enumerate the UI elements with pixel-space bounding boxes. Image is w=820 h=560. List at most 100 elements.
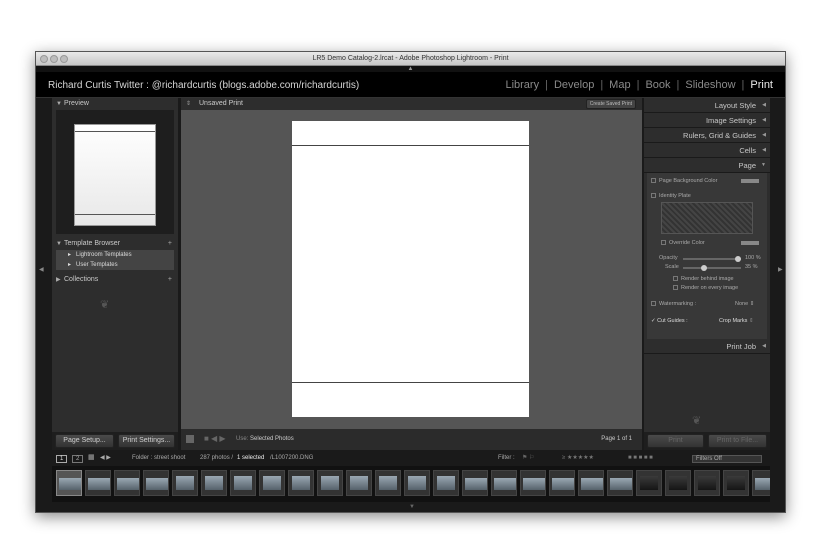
render-every-row[interactable]: Render on every image (673, 285, 738, 291)
monitor-2-button[interactable]: 2 (72, 455, 84, 463)
file-name[interactable]: /L1007200.DNG (270, 455, 313, 461)
use-selector[interactable]: Use: Selected Photos (236, 436, 294, 442)
page-setup-button[interactable]: Page Setup... (55, 434, 114, 448)
collections-header[interactable]: ▶ Collections + (52, 274, 178, 286)
print-to-file-button[interactable]: Print to File... (708, 434, 767, 448)
grid-view-icon[interactable] (186, 435, 194, 443)
section-cells[interactable]: Cells ◀ (644, 143, 770, 158)
print-settings-button[interactable]: Print Settings... (117, 434, 175, 448)
triangle-left-icon: ◀ (762, 117, 766, 123)
right-panel-toggle-icon[interactable]: ▶ (778, 266, 783, 273)
opacity-slider[interactable] (683, 256, 741, 262)
cut-guides-row[interactable]: ✓ Cut Guides : (651, 318, 688, 324)
zoom-window-icon[interactable] (60, 55, 68, 63)
filmstrip-thumb[interactable] (85, 470, 111, 496)
filmstrip-thumb[interactable] (230, 470, 256, 496)
filmstrip-thumb[interactable] (636, 470, 662, 496)
section-layout-style[interactable]: Layout Style ◀ (644, 98, 770, 113)
section-rulers-grid-guides[interactable]: Rulers, Grid & Guides ◀ (644, 128, 770, 143)
star-rating-filter[interactable]: ≥ ★★★★★ (562, 454, 594, 461)
filmstrip-thumb[interactable] (462, 470, 488, 496)
folder-source[interactable]: Folder : street shoot (132, 455, 185, 461)
filmstrip-thumb[interactable] (723, 470, 749, 496)
filmstrip-thumb[interactable] (259, 470, 285, 496)
create-saved-print-button[interactable]: Create Saved Print (585, 99, 636, 109)
filmstrip-thumb[interactable] (404, 470, 430, 496)
filmstrip-thumb[interactable] (549, 470, 575, 496)
identity-plate-checkbox[interactable] (651, 193, 656, 199)
render-behind-row[interactable]: Render behind image (673, 276, 734, 282)
page-background-checkbox[interactable] (651, 178, 656, 184)
template-browser-header[interactable]: ▼ Template Browser + (52, 238, 178, 250)
filmstrip-thumb[interactable] (665, 470, 691, 496)
section-page[interactable]: Page ▼ (644, 158, 770, 173)
page-background-swatch[interactable] (741, 179, 759, 183)
page-nav-icons[interactable]: ■ ◀ ▶ (204, 434, 226, 443)
filmstrip-thumb[interactable] (607, 470, 633, 496)
filmstrip-toggle-icon[interactable]: ▼ (409, 504, 415, 510)
module-develop[interactable]: Develop (554, 79, 594, 91)
filmstrip-thumb[interactable] (201, 470, 227, 496)
panel-end-ornament: ❦ (100, 299, 110, 311)
module-slideshow[interactable]: Slideshow (685, 79, 735, 91)
triangle-down-icon: ▼ (56, 241, 62, 247)
filmstrip-thumb[interactable] (56, 470, 82, 496)
module-book[interactable]: Book (645, 79, 670, 91)
filmstrip-thumb[interactable] (520, 470, 546, 496)
render-every-checkbox[interactable] (673, 285, 678, 291)
cut-guide-top (292, 145, 529, 146)
filmstrip-thumb[interactable] (317, 470, 343, 496)
page-background-row[interactable]: Page Background Color (651, 178, 717, 184)
print-page (292, 121, 529, 417)
module-map[interactable]: Map (609, 79, 630, 91)
filmstrip-thumb[interactable] (143, 470, 169, 496)
filmstrip-thumb[interactable] (114, 470, 140, 496)
triangle-left-icon: ◀ (762, 343, 766, 349)
watermarking-select[interactable]: None ⇕ (735, 301, 754, 307)
triangle-left-icon: ◀ (762, 147, 766, 153)
filmstrip-thumb[interactable] (288, 470, 314, 496)
section-image-settings[interactable]: Image Settings ◀ (644, 113, 770, 128)
expand-icon[interactable]: ⇕ (186, 100, 191, 107)
scale-slider[interactable] (683, 265, 741, 271)
module-library[interactable]: Library (505, 79, 539, 91)
render-behind-checkbox[interactable] (673, 276, 678, 282)
filmstrip-thumb[interactable] (752, 470, 770, 496)
override-color-swatch[interactable] (741, 241, 759, 245)
left-panel-toggle-icon[interactable]: ◀ (39, 266, 44, 273)
cut-guides-select[interactable]: Crop Marks ⇕ (719, 318, 754, 324)
module-print[interactable]: Print (750, 79, 773, 91)
watermarking-row[interactable]: Watermarking : (651, 301, 696, 307)
flag-filter-icons[interactable]: ⚑ ⚐ (522, 454, 534, 461)
triangle-right-icon: ▶ (56, 277, 61, 283)
filters-off-select[interactable]: Filters Off (692, 455, 762, 463)
template-folder-lightroom[interactable]: ▸ Lightroom Templates (56, 250, 174, 260)
watermarking-checkbox[interactable] (651, 301, 656, 307)
color-label-filter[interactable]: ■ ■ ■ ■ ■ (628, 455, 653, 461)
back-forward-icons[interactable]: ◀ ▶ (100, 454, 111, 461)
grid-icon[interactable]: ▦ (88, 453, 95, 461)
filmstrip-thumb[interactable] (346, 470, 372, 496)
slider-knob[interactable] (735, 256, 741, 262)
identity-plate-row[interactable]: Identity Plate (651, 193, 691, 199)
filmstrip-thumb[interactable] (375, 470, 401, 496)
add-collection-icon[interactable]: + (168, 274, 172, 286)
slider-knob[interactable] (701, 265, 708, 271)
filmstrip-thumb[interactable] (491, 470, 517, 496)
print-button[interactable]: Print (647, 434, 705, 448)
section-print-job[interactable]: Print Job ◀ (644, 339, 770, 354)
checkmark-icon[interactable]: ✓ (651, 318, 656, 324)
preview-header[interactable]: ▼ Preview (52, 98, 178, 110)
identity-plate-preview[interactable] (661, 202, 753, 234)
filmstrip-thumb[interactable] (172, 470, 198, 496)
minimize-window-icon[interactable] (50, 55, 58, 63)
filmstrip-thumb[interactable] (694, 470, 720, 496)
override-color-row[interactable]: Override Color (661, 240, 705, 246)
filmstrip-thumb[interactable] (578, 470, 604, 496)
template-folder-user[interactable]: ▸ User Templates (56, 260, 174, 270)
add-template-icon[interactable]: + (168, 238, 172, 250)
override-color-checkbox[interactable] (661, 240, 666, 246)
close-window-icon[interactable] (40, 55, 48, 63)
monitor-1-button[interactable]: 1 (56, 455, 68, 463)
filmstrip-thumb[interactable] (433, 470, 459, 496)
